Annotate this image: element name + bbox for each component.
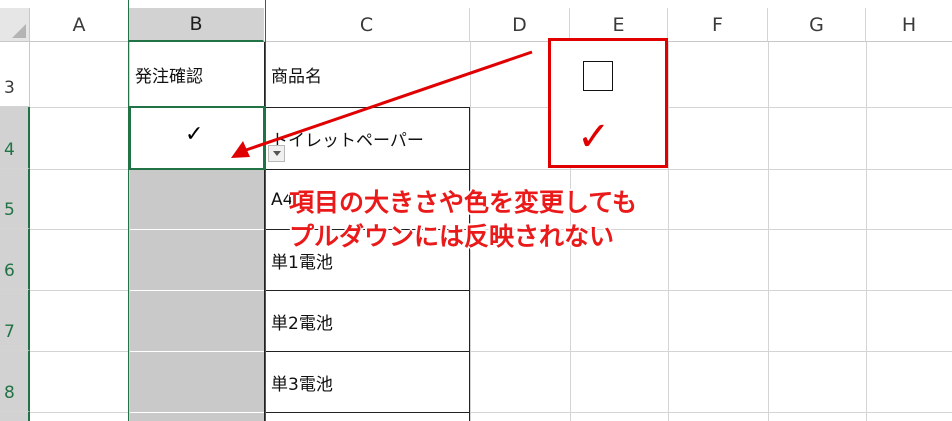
spreadsheet: A B C D E F G H 3 4 5 6 7 8 発注確認 商品名 トイレ… [0, 0, 952, 421]
annotation-line-2: プルダウンには反映されない [289, 222, 615, 251]
annotation-line-1: 項目の大きさや色を変更しても [289, 188, 638, 217]
arrow-line [245, 50, 533, 152]
